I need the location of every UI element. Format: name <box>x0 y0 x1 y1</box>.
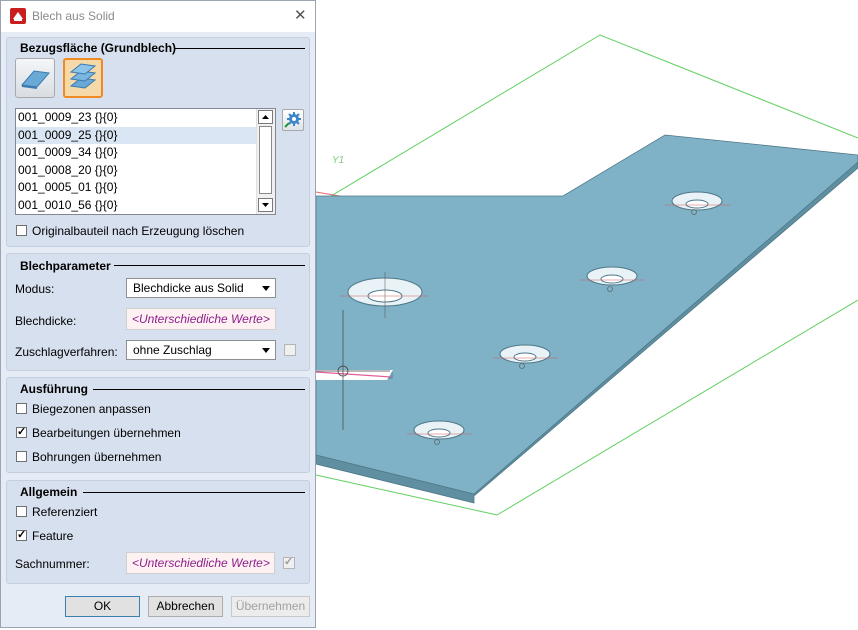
zuschlag-checkbox[interactable] <box>284 344 296 356</box>
group-divider <box>83 492 305 493</box>
apply-button[interactable]: Übernehmen <box>231 596 310 617</box>
group-divider <box>93 389 305 390</box>
blech-aus-solid-dialog: Blech aus Solid ✕ Bezugsfläche (Grundble… <box>0 0 316 628</box>
biegezonen-checkbox[interactable] <box>16 403 27 414</box>
list-item[interactable]: 001_0009_23 {}{0} <box>16 109 275 127</box>
axis-y-label: Y1 <box>332 155 344 166</box>
group-divider <box>174 48 305 49</box>
group-title-blechparameter: Blechparameter <box>20 259 111 273</box>
blechdicke-label: Blechdicke: <box>15 314 77 328</box>
cancel-button[interactable]: Abbrechen <box>148 596 223 617</box>
sachnummer-field[interactable]: <Unterschiedliche Werte> <box>126 552 275 574</box>
gear-pick-icon <box>284 112 301 128</box>
feature-checkbox[interactable] <box>16 528 27 541</box>
list-item-selected[interactable]: 001_0009_25 {}{0} <box>16 126 275 145</box>
single-face-mode-button[interactable] <box>15 58 55 98</box>
sachnummer-label: Sachnummer: <box>15 557 90 571</box>
chevron-down-icon <box>262 286 270 291</box>
bohrungen-checkbox[interactable] <box>16 451 27 462</box>
referenziert-label: Referenziert <box>32 505 98 519</box>
blechdicke-field[interactable]: <Unterschiedliche Werte> <box>126 308 276 330</box>
app-icon <box>10 8 26 24</box>
zuschlag-dropdown[interactable]: ohne Zuschlag <box>126 340 276 360</box>
delete-original-checkbox[interactable] <box>16 225 27 236</box>
scroll-down-button[interactable] <box>258 198 273 212</box>
pick-part-button[interactable] <box>282 109 304 131</box>
list-item[interactable]: 001_0008_20 {}{0} <box>16 162 275 180</box>
multi-face-mode-button[interactable] <box>63 58 103 98</box>
ok-button[interactable]: OK <box>65 596 140 617</box>
list-scrollbar[interactable] <box>256 109 275 214</box>
group-title-bezugsflaeche: Bezugsfläche (Grundblech) <box>20 41 177 55</box>
stacked-sheets-icon <box>69 63 97 89</box>
list-item[interactable]: 001_0010_56 {}{0} <box>16 197 275 214</box>
scroll-up-button[interactable] <box>258 110 273 124</box>
modus-value: Blechdicke aus Solid <box>133 281 244 295</box>
modus-label: Modus: <box>15 282 55 296</box>
modus-dropdown[interactable]: Blechdicke aus Solid <box>126 278 276 298</box>
scroll-down-icon <box>262 203 269 207</box>
group-divider <box>114 265 305 266</box>
bearbeitungen-checkbox[interactable] <box>16 425 27 438</box>
biegezonen-label: Biegezonen anpassen <box>32 402 151 416</box>
chevron-down-icon <box>262 348 270 353</box>
title-bar: Blech aus Solid ✕ <box>1 1 315 32</box>
group-title-ausfuehrung: Ausführung <box>20 382 88 396</box>
sachnummer-checkbox[interactable] <box>283 555 295 569</box>
zuschlag-label: Zuschlagverfahren: <box>15 345 118 359</box>
list-item[interactable]: 001_0005_01 {}{0} <box>16 179 275 197</box>
group-title-allgemein: Allgemein <box>20 485 78 499</box>
single-sheet-icon <box>21 70 50 89</box>
sheet-metal-plate <box>315 134 858 495</box>
window-title: Blech aus Solid <box>32 9 115 23</box>
zuschlag-value: ohne Zuschlag <box>133 343 212 357</box>
bohrungen-label: Bohrungen übernehmen <box>32 450 162 464</box>
close-icon[interactable]: ✕ <box>294 6 307 24</box>
bearbeitungen-label: Bearbeitungen übernehmen <box>32 426 181 440</box>
referenziert-checkbox[interactable] <box>16 506 27 517</box>
feature-label: Feature <box>32 529 74 543</box>
delete-original-label: Originalbauteil nach Erzeugung löschen <box>32 224 245 238</box>
scroll-up-icon <box>262 115 269 119</box>
scroll-thumb[interactable] <box>259 126 272 194</box>
solid-part-list[interactable]: 001_0009_23 {}{0} 001_0009_25 {}{0} 001_… <box>15 108 276 215</box>
list-item[interactable]: 001_0009_34 {}{0} <box>16 144 275 162</box>
